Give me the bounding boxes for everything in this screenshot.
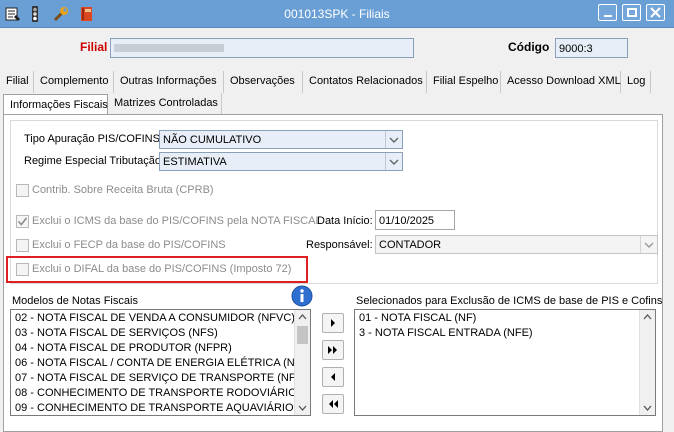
scroll-up-icon[interactable] — [640, 310, 655, 324]
add-selected-button[interactable] — [322, 313, 344, 333]
tab-filial-espelho[interactable]: Filial Espelho — [427, 71, 501, 93]
selecionados-scrollbar[interactable] — [639, 310, 655, 415]
regime-select[interactable]: ESTIMATIVA — [159, 152, 403, 171]
maximize-button[interactable] — [622, 4, 641, 21]
codigo-value: 9000:3 — [559, 43, 593, 55]
selecionados-list[interactable]: 01 - NOTA FISCAL (NF) 3 - NOTA FISCAL EN… — [354, 309, 656, 416]
tab-label: Outras Informações — [120, 75, 217, 87]
window-title: 001013SPK - Filiais — [284, 7, 390, 21]
minimize-button[interactable] — [598, 4, 617, 21]
responsavel-value: CONTADOR — [379, 239, 442, 251]
tab-label: Matrizes Controladas — [114, 97, 218, 109]
double-arrow-right-icon — [328, 346, 337, 354]
close-icon — [650, 7, 661, 18]
tab-filial[interactable]: Filial — [0, 71, 34, 93]
list-item[interactable]: 04 - NOTA FISCAL DE PRODUTOR (NFPR) — [15, 342, 232, 354]
cprb-checkbox[interactable] — [16, 184, 29, 197]
chevron-down-icon — [389, 159, 399, 165]
list-item[interactable]: 01 - NOTA FISCAL (NF) — [359, 312, 476, 324]
tab-informacoes-fiscais[interactable]: Informações Fiscais — [3, 94, 108, 116]
arrow-right-icon — [331, 319, 335, 327]
remove-all-button[interactable] — [322, 394, 344, 414]
info-icon[interactable] — [291, 285, 313, 307]
codigo-field[interactable]: 9000:3 — [555, 38, 628, 58]
tipo-apuracao-label: Tipo Apuração PIS/COFINS: — [24, 133, 163, 145]
tab-observacoes[interactable]: Observações — [224, 71, 303, 93]
modelos-label: Modelos de Notas Fiscais — [12, 295, 138, 307]
maximize-icon — [627, 8, 637, 17]
list-item[interactable]: 03 - NOTA FISCAL DE SERVIÇOS (NFS) — [15, 327, 218, 339]
selecionados-label: Selecionados para Exclusão de ICMS de ba… — [356, 295, 663, 307]
data-inicio-field[interactable]: 01/10/2025 — [375, 210, 455, 230]
exclui-difal-checkbox[interactable] — [16, 263, 29, 276]
codigo-label: Código — [508, 40, 550, 54]
tab-log[interactable]: Log — [621, 71, 651, 93]
tab-label: Acesso Download XML — [507, 75, 621, 87]
list-item[interactable]: 09 - CONHECIMENTO DE TRANSPORTE AQUAVIÁR… — [15, 402, 310, 414]
scroll-up-icon[interactable] — [295, 310, 310, 324]
scroll-down-icon[interactable] — [295, 401, 310, 415]
tab-acesso-download-xml[interactable]: Acesso Download XML — [501, 71, 621, 93]
tab-label: Contatos Relacionados — [309, 75, 423, 87]
exclui-difal-label: Exclui o DIFAL da base do PIS/COFINS (Im… — [32, 263, 292, 275]
tab-label: Observações — [230, 75, 295, 87]
dropdown-button[interactable] — [385, 131, 402, 148]
tab-row-main: Filial Complemento Outras Informações Ob… — [0, 71, 674, 93]
tab-label: Informações Fiscais — [10, 99, 108, 111]
remove-selected-button[interactable] — [322, 367, 344, 387]
scroll-thumb[interactable] — [297, 326, 308, 344]
arrow-left-icon — [331, 373, 335, 381]
filial-value-redacted — [114, 44, 224, 52]
title-bar: 001013SPK - Filiais — [0, 0, 674, 28]
responsavel-label: Responsável: — [306, 239, 373, 251]
tipo-apuracao-value: NÃO CUMULATIVO — [163, 134, 262, 146]
dropdown-button[interactable] — [385, 153, 402, 170]
list-item[interactable]: 02 - NOTA FISCAL DE VENDA A CONSUMIDOR (… — [15, 312, 295, 324]
exclui-fecp-checkbox[interactable] — [16, 239, 29, 252]
modelos-list[interactable]: 02 - NOTA FISCAL DE VENDA A CONSUMIDOR (… — [10, 309, 311, 416]
tipo-apuracao-select[interactable]: NÃO CUMULATIVO — [159, 130, 403, 149]
header-area: Filial Código 9000:3 — [0, 28, 674, 68]
exclui-fecp-label: Exclui o FECP da base do PIS/COFINS — [32, 239, 226, 251]
exclui-icms-checkbox[interactable] — [16, 215, 29, 228]
filial-label: Filial — [80, 40, 108, 54]
checkmark-icon — [17, 217, 28, 226]
regime-value: ESTIMATIVA — [163, 156, 227, 168]
tab-label: Log — [627, 75, 646, 87]
data-inicio-label: Data Início: — [317, 215, 373, 227]
tab-label: Filial Espelho — [433, 75, 499, 87]
data-inicio-value: 01/10/2025 — [379, 215, 435, 227]
list-item[interactable]: 08 - CONHECIMENTO DE TRANSPORTE RODOVIÁR… — [15, 387, 310, 399]
list-item[interactable]: 06 - NOTA FISCAL / CONTA DE ENERGIA ELÉT… — [15, 357, 310, 369]
filial-field[interactable] — [110, 38, 414, 58]
add-all-button[interactable] — [322, 340, 344, 360]
chevron-down-icon — [644, 242, 654, 248]
modelos-scrollbar[interactable] — [294, 310, 310, 415]
chevron-down-icon — [389, 137, 399, 143]
list-item[interactable]: 3 - NOTA FISCAL ENTRADA (NFE) — [359, 327, 533, 339]
close-button[interactable] — [646, 4, 665, 21]
double-arrow-left-icon — [329, 400, 338, 408]
dropdown-button[interactable] — [640, 236, 657, 253]
tab-contatos-relacionados[interactable]: Contatos Relacionados — [303, 71, 427, 93]
tab-row-sub: Informações Fiscais Matrizes Controladas — [0, 93, 674, 116]
regime-label: Regime Especial Tributação: — [24, 155, 165, 167]
cprb-label: Contrib. Sobre Receita Bruta (CPRB) — [32, 184, 214, 196]
responsavel-select[interactable]: CONTADOR — [375, 235, 658, 254]
tab-label: Complemento — [40, 75, 109, 87]
exclui-icms-label: Exclui o ICMS da base do PIS/COFINS pela… — [32, 215, 322, 227]
tab-label: Filial — [6, 75, 29, 87]
minimize-icon — [604, 15, 612, 17]
tab-complemento[interactable]: Complemento — [34, 71, 114, 93]
scroll-down-icon[interactable] — [640, 401, 655, 415]
tab-matrizes-controladas[interactable]: Matrizes Controladas — [108, 93, 222, 115]
informacoes-fiscais-panel: Tipo Apuração PIS/COFINS: NÃO CUMULATIVO… — [3, 114, 663, 432]
tab-outras-informacoes[interactable]: Outras Informações — [114, 71, 224, 93]
list-item[interactable]: 07 - NOTA FISCAL DE SERVIÇO DE TRANSPORT… — [15, 372, 310, 384]
